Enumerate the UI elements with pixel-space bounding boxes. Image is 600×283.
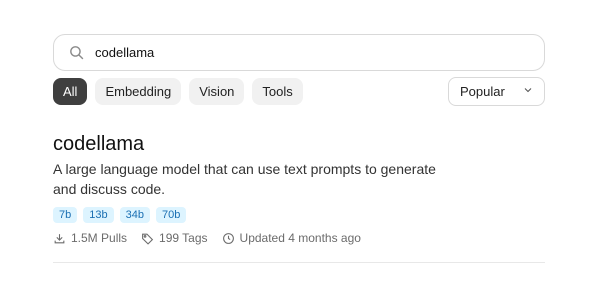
sort-select[interactable]: Popular [448,77,545,106]
tag-icon [142,233,154,245]
size-tags: 7b 13b 34b 70b [53,207,545,223]
filter-tools[interactable]: Tools [252,78,303,105]
filter-vision[interactable]: Vision [189,78,245,105]
size-tag[interactable]: 13b [83,207,114,223]
divider [53,262,545,263]
size-tag[interactable]: 70b [155,207,187,223]
updated-stat: Updated 4 months ago [222,231,361,245]
filter-chips: All Embedding Vision Tools [53,78,303,105]
filter-embedding[interactable]: Embedding [95,78,182,105]
chevron-down-icon [522,84,534,99]
search-icon [68,44,85,61]
model-card[interactable]: codellama A large language model that ca… [53,133,545,245]
pulls-count: 1.5M Pulls [71,231,128,245]
page: All Embedding Vision Tools Popular codel… [0,0,600,283]
size-tag[interactable]: 7b [53,207,78,223]
tags-count: 199 Tags [159,231,208,245]
model-description: A large language model that can use text… [53,161,436,197]
search-bar[interactable] [53,34,545,71]
clock-icon [222,232,234,244]
updated-text: Updated 4 months ago [239,231,361,245]
model-name[interactable]: codellama [53,133,545,155]
tags-stat[interactable]: 199 Tags [141,231,208,245]
filter-all[interactable]: All [53,78,88,105]
download-icon [54,233,65,243]
search-input[interactable] [95,45,544,60]
pulls-stat: 1.5M Pulls [53,231,127,245]
size-tag[interactable]: 34b [119,207,150,223]
sort-label: Popular [460,84,505,99]
model-meta: 1.5M Pulls 199 Tags Updated 4 months ago [53,231,545,245]
